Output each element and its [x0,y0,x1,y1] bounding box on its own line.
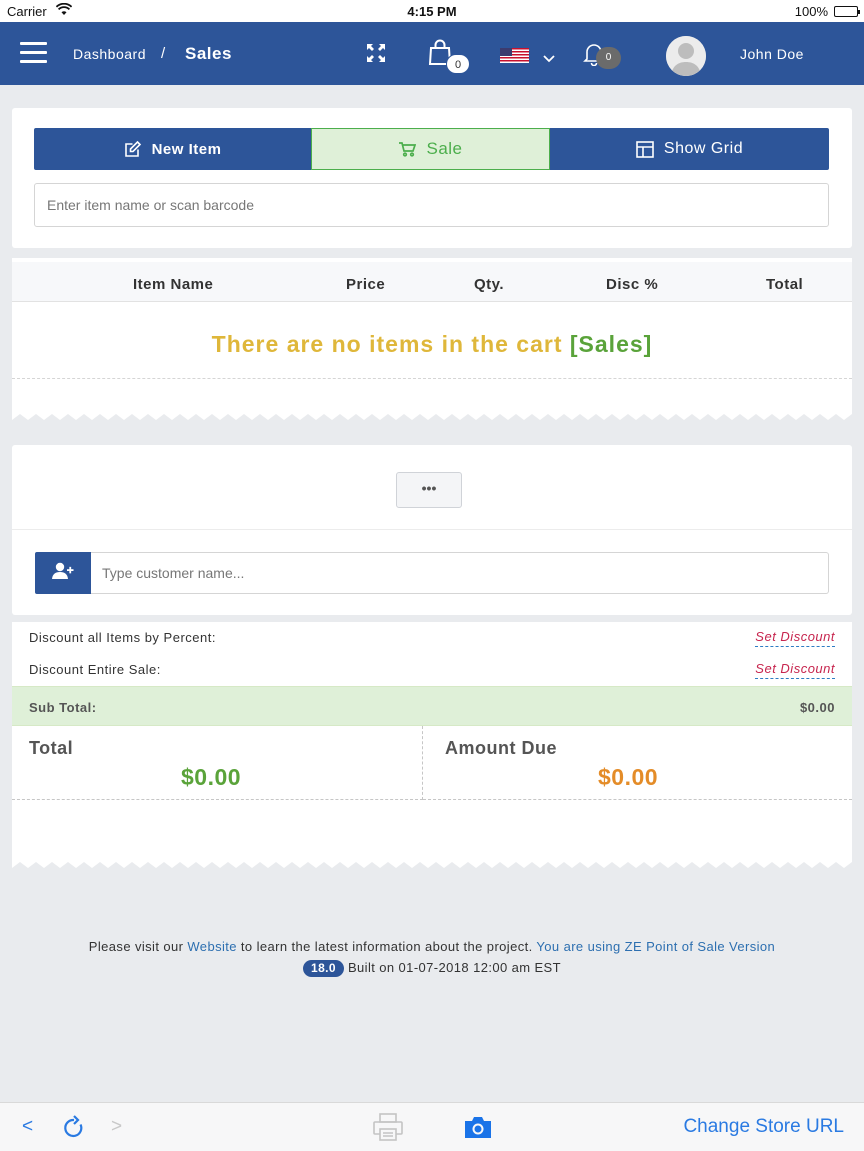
show-grid-label: Show Grid [663,140,744,157]
footer: Please visit our Website to learn the la… [0,936,864,978]
divider [12,529,852,530]
amount-due-label: Amount Due [445,738,557,758]
forward-button[interactable]: > [111,1116,122,1138]
sale-tab[interactable]: Sale [311,128,550,170]
sale-label: Sale [426,139,463,158]
amount-due-value: $0.00 [598,764,659,790]
cart-count-badge: 0 [446,54,470,74]
total-label: Total [29,738,74,758]
expand-icon[interactable] [366,43,386,63]
edit-icon [124,140,142,158]
item-search-input[interactable] [34,183,829,227]
set-discount-sale-link[interactable]: Set Discount [755,661,835,679]
user-plus-icon [52,562,74,585]
clock: 4:15 PM [407,4,457,19]
totals-panel: Discount all Items by Percent: Set Disco… [12,622,852,858]
battery-icon [834,6,860,17]
cart-table-header: Item Name Price Qty. Disc % Total [12,262,852,302]
total-box: Total $0.00 [12,726,423,800]
empty-cart-text: There are no items in the cart [211,331,563,357]
grid-icon [636,140,654,158]
bottom-toolbar: < > Change Store URL [0,1102,864,1151]
avatar[interactable] [666,36,706,76]
cart-panel: Item Name Price Qty. Disc % Total There … [12,258,852,410]
add-customer-button[interactable] [35,552,91,594]
printer-icon[interactable] [373,1113,403,1141]
empty-cart-tag: [Sales] [569,331,653,357]
subtotal-row: Sub Total: $0.00 [12,686,852,726]
battery-percent: 100% [794,4,828,19]
show-grid-button[interactable]: Show Grid [550,128,829,170]
column-qty: Qty. [474,276,505,293]
customer-panel: ••• [12,445,852,615]
build-date: Built on 01-07-2018 12:00 am EST [347,960,561,975]
website-link[interactable]: Website [187,939,237,954]
customer-name-input[interactable] [91,552,829,594]
footer-text-after: to learn the latest information about th… [240,939,533,954]
new-item-button[interactable]: New Item [34,128,311,170]
column-price: Price [346,276,386,293]
new-item-label: New Item [151,140,222,158]
receipt-edge [12,410,852,420]
change-store-url-button[interactable]: Change Store URL [683,1116,844,1138]
breadcrumb-separator: / [161,45,166,62]
discount-items-label: Discount all Items by Percent: [29,630,216,645]
receipt-edge [12,858,852,868]
subtotal-value: $0.00 [799,700,835,715]
version-badge: 18.0 [303,960,344,977]
column-item-name: Item Name [133,276,214,293]
hamburger-icon[interactable] [20,42,47,64]
amount-due-box: Amount Due $0.00 [423,726,852,800]
empty-cart-message: There are no items in the cart [Sales] [12,331,852,358]
column-disc: Disc % [606,276,659,293]
set-discount-items-link[interactable]: Set Discount [755,629,835,647]
chevron-down-icon[interactable] [543,50,555,63]
divider [12,378,852,379]
discount-items-row: Discount all Items by Percent: Set Disco… [12,622,852,652]
cart-icon [398,141,417,157]
camera-icon[interactable] [463,1115,493,1139]
us-flag-icon[interactable] [500,48,529,63]
breadcrumb-dashboard[interactable]: Dashboard [73,46,146,62]
discount-sale-row: Discount Entire Sale: Set Discount [12,654,852,684]
mode-tabs: New Item Sale Show Grid [34,128,829,170]
footer-text: Please visit our [88,939,184,954]
discount-sale-label: Discount Entire Sale: [29,662,161,677]
app-header: Dashboard / Sales 0 0 John Doe [0,22,864,85]
breadcrumb-current: Sales [185,44,232,63]
total-value: $0.00 [181,764,242,790]
ios-status-bar: Carrier 4:15 PM 100% [0,0,864,22]
back-button[interactable]: < [22,1116,33,1138]
reload-icon[interactable] [62,1115,86,1141]
column-total: Total [766,276,804,293]
more-options-button[interactable]: ••• [396,472,462,508]
subtotal-label: Sub Total: [29,700,97,715]
item-entry-panel: New Item Sale Show Grid [12,108,852,248]
notification-count-badge: 0 [596,47,621,69]
user-name[interactable]: John Doe [740,46,804,62]
version-text: You are using ZE Point of Sale Version [536,939,776,954]
